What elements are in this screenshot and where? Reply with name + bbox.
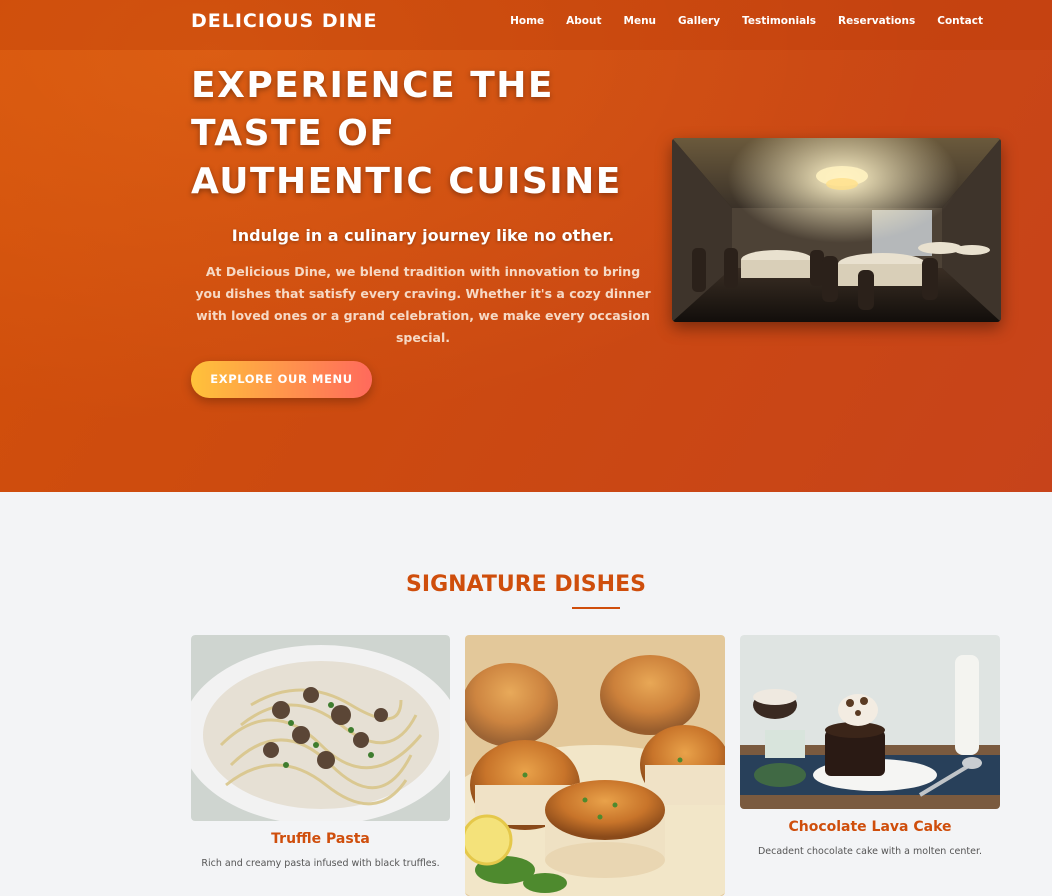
dish-card-scallops[interactable] [465,635,725,896]
nav-link-gallery[interactable]: Gallery [678,15,720,27]
hero-paragraph: At Delicious Dine, we blend tradition wi… [195,264,651,345]
dish-name: Truffle Pasta [271,831,370,847]
hero-title: EXPERIENCE THE TASTE OF AUTHENTIC CUISIN… [191,65,622,202]
nav-link-contact[interactable]: Contact [937,15,983,27]
nav-link-menu[interactable]: Menu [624,15,657,27]
scallops-image [465,635,725,896]
nav-link-testimonials[interactable]: Testimonials [742,15,816,27]
title-underline [572,607,620,609]
truffle-pasta-image [191,635,450,821]
nav-link-about[interactable]: About [566,15,601,27]
dish-name: Chocolate Lava Cake [788,819,952,835]
nav-link-home[interactable]: Home [510,15,544,27]
signature-dishes-title: SIGNATURE DISHES [406,572,646,597]
nav-link-reservations[interactable]: Reservations [838,15,915,27]
explore-menu-button[interactable]: EXPLORE OUR MENU [191,361,372,398]
navbar: DELICIOUS DINE Home About Menu Gallery T… [0,0,1052,50]
chocolate-lava-cake-image [740,635,1000,809]
hero-section: DELICIOUS DINE Home About Menu Gallery T… [0,0,1052,492]
dish-description: Rich and creamy pasta infused with black… [201,858,440,869]
brand-logo[interactable]: DELICIOUS DINE [191,10,378,32]
hero-text: EXPERIENCE THE TASTE OF AUTHENTIC CUISIN… [191,62,651,349]
nav-menu: Home About Menu Gallery Testimonials Res… [510,15,983,27]
dish-description: Decadent chocolate cake with a molten ce… [757,846,983,857]
restaurant-interior-image [672,138,1001,322]
hero-subtitle: Indulge in a culinary journey like no ot… [231,226,615,245]
dish-card-truffle-pasta[interactable]: Truffle Pasta Rich and creamy pasta infu… [191,635,450,896]
dish-card-chocolate-lava-cake[interactable]: Chocolate Lava Cake Decadent chocolate c… [740,635,1000,896]
